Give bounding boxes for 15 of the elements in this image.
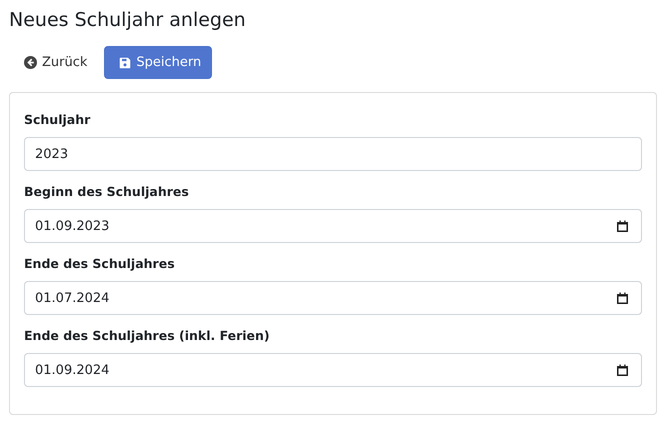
field-label: Beginn des Schuljahres	[24, 184, 190, 199]
date-field[interactable]: 01.09.2024	[24, 353, 642, 387]
save-button[interactable]: Speichern	[104, 46, 212, 79]
calendar-icon[interactable]	[617, 292, 628, 304]
date-field[interactable]: 01.09.2023	[24, 209, 642, 243]
field-label: Schuljahr	[24, 112, 92, 127]
input-field[interactable]: 2023	[24, 137, 642, 171]
field-label: Ende des Schuljahres (inkl. Ferien)	[24, 328, 271, 343]
calendar-icon[interactable]	[617, 220, 628, 232]
calendar-icon[interactable]	[617, 364, 628, 376]
back-button[interactable]: Zurück	[9, 46, 98, 79]
back-arrow-icon	[24, 56, 37, 69]
field-label: Ende des Schuljahres	[24, 256, 176, 271]
date-field[interactable]: 01.07.2024	[24, 281, 642, 315]
page-title: Neues Schuljahr anlegen	[9, 8, 247, 33]
